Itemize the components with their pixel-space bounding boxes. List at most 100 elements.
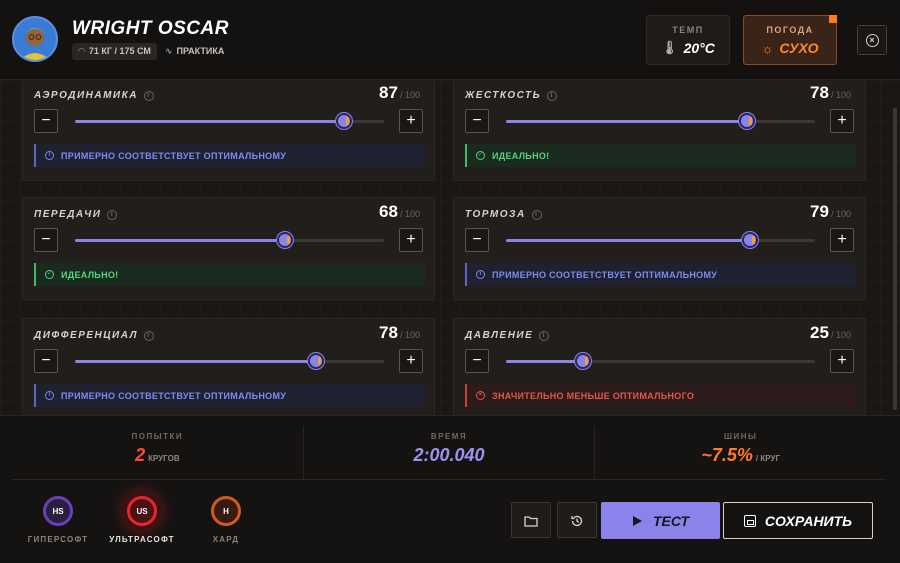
setup-slider[interactable] <box>75 353 384 369</box>
increase-button[interactable]: + <box>830 109 854 133</box>
increase-button[interactable]: + <box>399 228 423 252</box>
sun-icon: ☼ <box>761 40 774 56</box>
scrollbar[interactable] <box>893 108 897 410</box>
decrease-button[interactable]: − <box>34 109 58 133</box>
attempts-cell: ПОПЫТКИ 2 КРУГОВ <box>12 426 304 479</box>
weather-indicator <box>829 15 837 23</box>
setup-status-text: ПРИМЕРНО СООТВЕТСТВУЕТ ОПТИМАЛЬНОМУ <box>61 390 287 401</box>
increase-button[interactable]: + <box>830 228 854 252</box>
setup-status: ✓ ИДЕАЛЬНО! <box>34 263 425 286</box>
info-icon[interactable]: i <box>143 330 154 341</box>
setup-card-value: 87 / 100 <box>379 83 420 103</box>
slider-fill <box>506 120 748 123</box>
slider-handle[interactable] <box>742 232 759 248</box>
setup-value-max: / 100 <box>830 330 851 340</box>
slider-handle[interactable] <box>335 113 352 129</box>
setup-status: i ПРИМЕРНО СООТВЕТСТВУЕТ ОПТИМАЛЬНОМУ <box>34 384 425 407</box>
status-icon: i <box>45 151 54 160</box>
save-icon <box>743 514 756 527</box>
setup-status-text: ЗНАЧИТЕЛЬНО МЕНЬШЕ ОПТИМАЛЬНОГО <box>492 390 695 401</box>
slider-handle[interactable] <box>277 232 294 248</box>
setup-status: × ЗНАЧИТЕЛЬНО МЕНЬШЕ ОПТИМАЛЬНОГО <box>465 384 856 407</box>
tyre-hard[interactable]: H ХАРД <box>193 491 259 551</box>
mode-badge: ∿ ПРАКТИКА <box>165 46 224 57</box>
status-icon: × <box>476 391 485 400</box>
increase-button[interactable]: + <box>830 349 854 373</box>
slider-fill <box>75 239 286 242</box>
info-icon[interactable]: i <box>107 209 118 220</box>
weather-value: СУХО <box>779 40 819 56</box>
status-icon: ✓ <box>45 270 54 279</box>
setup-card-value: 78 / 100 <box>810 83 851 103</box>
load-setup-button[interactable] <box>511 502 551 538</box>
temperature-value-row: 🌡 20°C <box>647 40 729 56</box>
info-icon[interactable]: i <box>143 90 154 101</box>
temperature-value: 20°C <box>683 40 715 56</box>
setup-card-value: 79 / 100 <box>810 202 851 222</box>
setup-card-label: ДИФФЕРЕНЦИАЛ <box>34 330 138 341</box>
time-label: ВРЕМЯ <box>430 432 468 441</box>
setup-card-label: ТОРМОЗА <box>465 209 526 220</box>
increase-button[interactable]: + <box>399 349 423 373</box>
bottom-panel: ПОПЫТКИ 2 КРУГОВ ВРЕМЯ 2:00.040 ШИНЫ ~7.… <box>0 415 900 563</box>
decrease-button[interactable]: − <box>34 349 58 373</box>
slider-handle[interactable] <box>308 353 325 369</box>
setup-card: ПЕРЕДАЧИ i 68 / 100 − + ✓ ИДЕАЛЬНО! <box>22 197 435 300</box>
setup-card-title: ЖЕСТКОСТЬ i <box>465 90 558 101</box>
decrease-button[interactable]: − <box>465 349 489 373</box>
setup-slider[interactable] <box>506 113 815 129</box>
setup-card-value: 25 / 100 <box>810 323 851 343</box>
thermometer-icon: 🌡 <box>661 40 678 55</box>
slider-handle[interactable] <box>575 353 592 369</box>
setup-slider[interactable] <box>506 232 815 248</box>
tyre-selector: HS ГИПЕРСОФТ US УЛЬТРАСОФТ H ХАРД <box>25 491 259 551</box>
setup-card: АЭРОДИНАМИКА i 87 / 100 − + i ПРИМЕРНО С… <box>22 81 435 181</box>
setup-value-number: 78 <box>379 323 398 342</box>
tyre-hypersoft[interactable]: HS ГИПЕРСОФТ <box>25 491 91 551</box>
test-button-label: ТЕСТ <box>652 512 690 529</box>
setup-slider[interactable] <box>75 232 384 248</box>
history-button[interactable] <box>557 502 597 538</box>
info-icon[interactable]: i <box>539 330 550 341</box>
attempts-value: 2 <box>135 445 146 465</box>
info-icon[interactable]: i <box>531 209 542 220</box>
setup-slider[interactable] <box>506 353 815 369</box>
setup-value-max: / 100 <box>399 330 420 340</box>
decrease-button[interactable]: − <box>465 228 489 252</box>
activity-icon: ∿ <box>164 45 173 56</box>
setup-value-number: 78 <box>810 83 829 102</box>
info-icon[interactable]: i <box>547 90 558 101</box>
weather-condition-box: ПОГОДА ☼ СУХО <box>743 15 837 65</box>
session-summary: ПОПЫТКИ 2 КРУГОВ ВРЕМЯ 2:00.040 ШИНЫ ~7.… <box>12 426 886 480</box>
close-button[interactable]: × <box>857 25 887 55</box>
tyre-hard-icon: H <box>211 496 241 526</box>
driver-stats: ◠ 71 КГ / 175 СМ ∿ ПРАКТИКА <box>72 42 224 60</box>
increase-button[interactable]: + <box>399 109 423 133</box>
setup-card: ЖЕСТКОСТЬ i 78 / 100 − + ✓ ИДЕАЛЬНО! <box>453 81 866 181</box>
decrease-button[interactable]: − <box>34 228 58 252</box>
temperature-box: ТЕМП 🌡 20°C <box>646 15 730 65</box>
weight-height-badge: ◠ 71 КГ / 175 СМ <box>72 42 157 60</box>
attempts-unit: КРУГОВ <box>148 454 180 463</box>
setup-slider[interactable] <box>75 113 384 129</box>
setup-status: i ПРИМЕРНО СООТВЕТСТВУЕТ ОПТИМАЛЬНОМУ <box>465 263 856 286</box>
setup-card-label: ПЕРЕДАЧИ <box>34 209 102 220</box>
driver-avatar <box>12 16 58 62</box>
setup-value-max: / 100 <box>830 209 851 219</box>
close-icon: × <box>865 33 879 47</box>
slider-handle[interactable] <box>739 113 756 129</box>
setup-cards-area: АЭРОДИНАМИКА i 87 / 100 − + i ПРИМЕРНО С… <box>0 81 900 415</box>
tyre-ultrasoft[interactable]: US УЛЬТРАСОФТ <box>109 491 175 551</box>
setup-card: ДАВЛЕНИЕ i 25 / 100 − + × ЗНАЧИТЕЛЬНО МЕ… <box>453 318 866 415</box>
decrease-button[interactable]: − <box>465 109 489 133</box>
weight-height-text: 71 КГ / 175 СМ <box>88 46 151 56</box>
setup-card-label: АЭРОДИНАМИКА <box>34 90 138 101</box>
setup-card-title: ДАВЛЕНИЕ i <box>465 330 550 341</box>
setup-value-number: 68 <box>379 202 398 221</box>
tyre-hard-label: ХАРД <box>212 535 240 544</box>
test-button[interactable]: ТЕСТ <box>601 502 720 539</box>
setup-status-text: ПРИМЕРНО СООТВЕТСТВУЕТ ОПТИМАЛЬНОМУ <box>492 269 718 280</box>
setup-status-text: ИДЕАЛЬНО! <box>61 269 119 280</box>
save-button[interactable]: СОХРАНИТЬ <box>723 502 873 539</box>
setup-card-label: ЖЕСТКОСТЬ <box>465 90 542 101</box>
